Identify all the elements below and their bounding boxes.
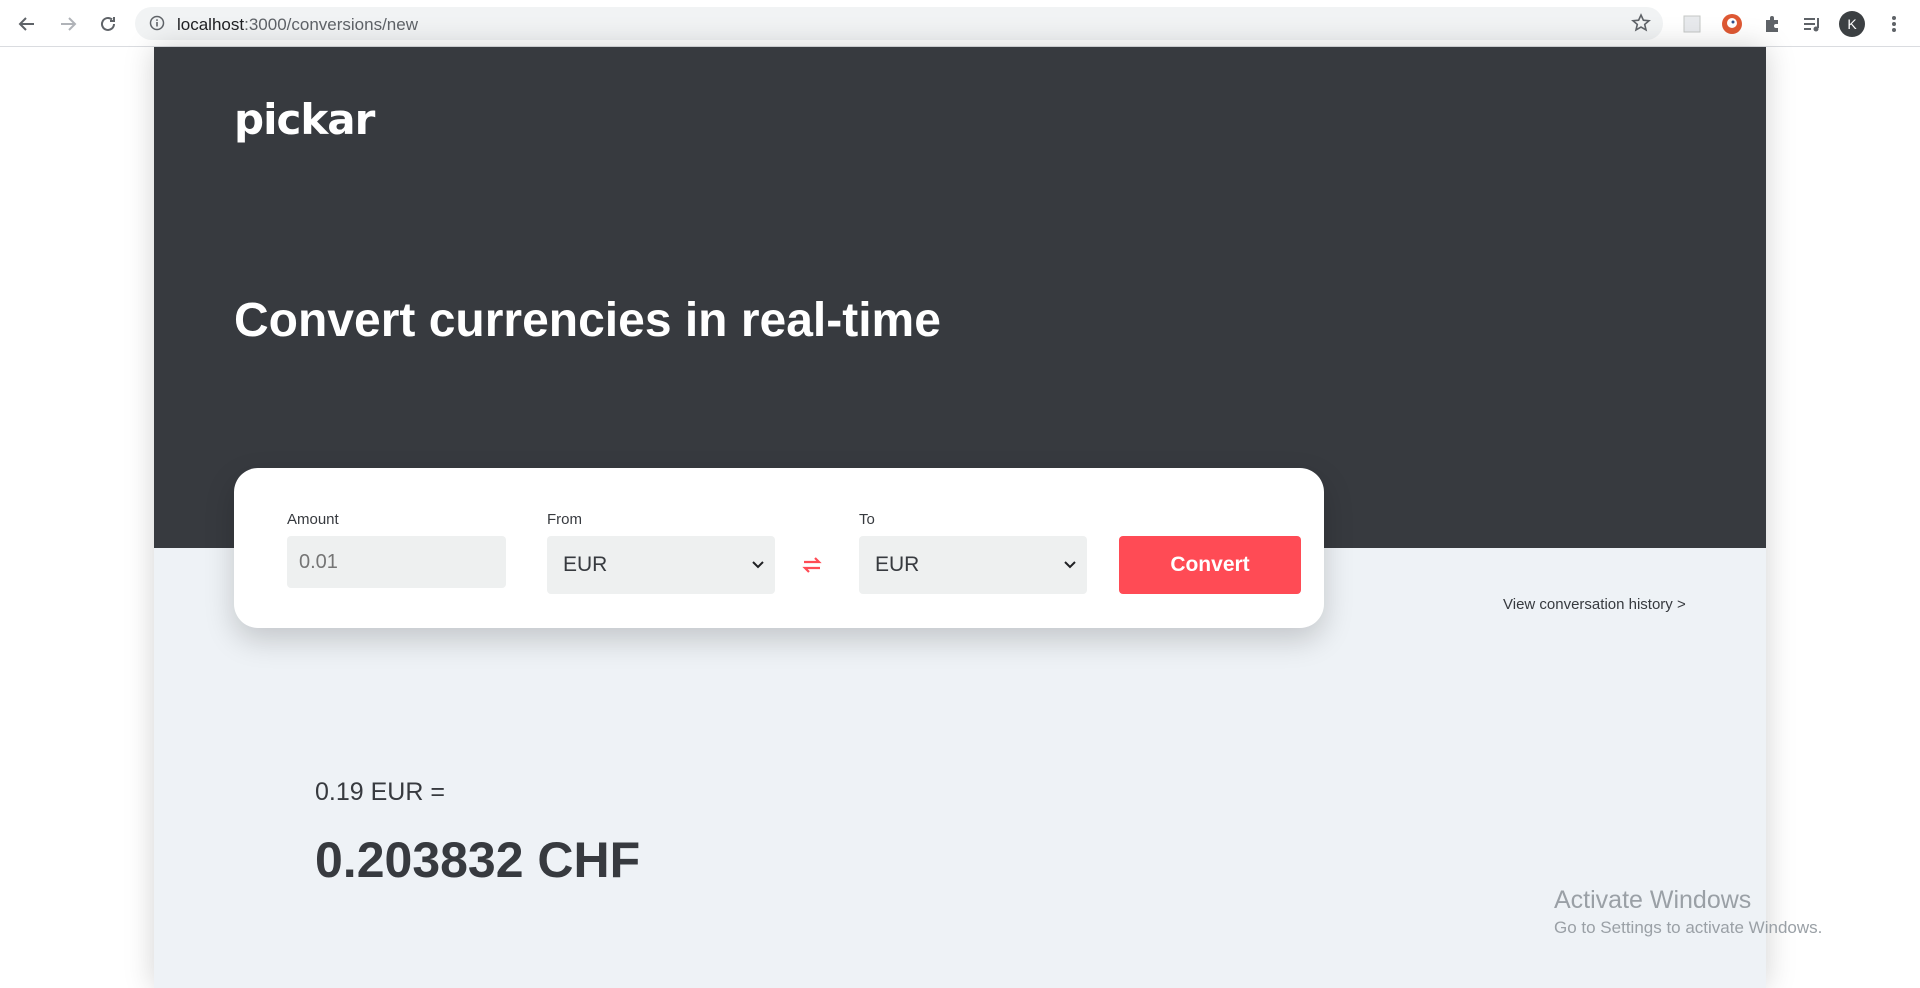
- conversion-card: Amount From EUR To EUR Convert: [234, 468, 1324, 628]
- convert-button[interactable]: Convert: [1119, 536, 1301, 594]
- forward-button[interactable]: [54, 10, 82, 38]
- result-source-amount: 0.19 EUR =: [315, 778, 445, 806]
- from-currency-value: EUR: [563, 553, 608, 576]
- view-history-link[interactable]: View conversation history >: [1503, 596, 1686, 613]
- result-converted-amount: 0.203832 CHF: [315, 832, 641, 888]
- browser-toolbar: localhost:3000/conversions/new K: [0, 0, 1920, 47]
- bookmark-star-icon[interactable]: [1631, 13, 1651, 38]
- chevron-down-icon: [1064, 561, 1076, 569]
- windows-activation-title: Activate Windows: [1554, 886, 1752, 914]
- swap-currencies-button[interactable]: [799, 552, 825, 578]
- amount-input[interactable]: [287, 536, 506, 588]
- back-arrow-icon: [18, 17, 34, 31]
- media-control-icon[interactable]: [1798, 10, 1826, 38]
- back-button[interactable]: [13, 10, 41, 38]
- from-currency-select[interactable]: EUR: [547, 536, 775, 594]
- info-icon[interactable]: [149, 15, 165, 36]
- windows-activation-subtitle: Go to Settings to activate Windows.: [1554, 918, 1823, 937]
- extension-icon[interactable]: [1678, 10, 1706, 38]
- forward-arrow-icon: [61, 17, 77, 31]
- page: pickar Convert currencies in real-time A…: [154, 47, 1766, 988]
- to-currency-value: EUR: [875, 553, 920, 576]
- from-label: From: [547, 511, 582, 528]
- profile-avatar[interactable]: K: [1839, 11, 1865, 37]
- url-host: localhost: [177, 15, 245, 34]
- reload-icon: [101, 16, 115, 31]
- logo[interactable]: pickar: [234, 95, 375, 144]
- chevron-down-icon: [752, 561, 764, 569]
- page-title: Convert currencies in real-time: [234, 294, 941, 347]
- reload-button[interactable]: [94, 10, 122, 38]
- menu-kebab-icon[interactable]: [1880, 10, 1908, 38]
- url-path: :3000/conversions/new: [244, 15, 418, 34]
- duckduckgo-icon[interactable]: [1718, 10, 1746, 38]
- to-currency-select[interactable]: EUR: [859, 536, 1087, 594]
- to-label: To: [859, 511, 875, 528]
- amount-label: Amount: [287, 511, 339, 528]
- extensions-puzzle-icon[interactable]: [1758, 10, 1786, 38]
- address-bar[interactable]: localhost:3000/conversions/new: [135, 7, 1663, 40]
- swap-arrows-icon: [802, 557, 822, 573]
- url-text: localhost:3000/conversions/new: [177, 15, 418, 35]
